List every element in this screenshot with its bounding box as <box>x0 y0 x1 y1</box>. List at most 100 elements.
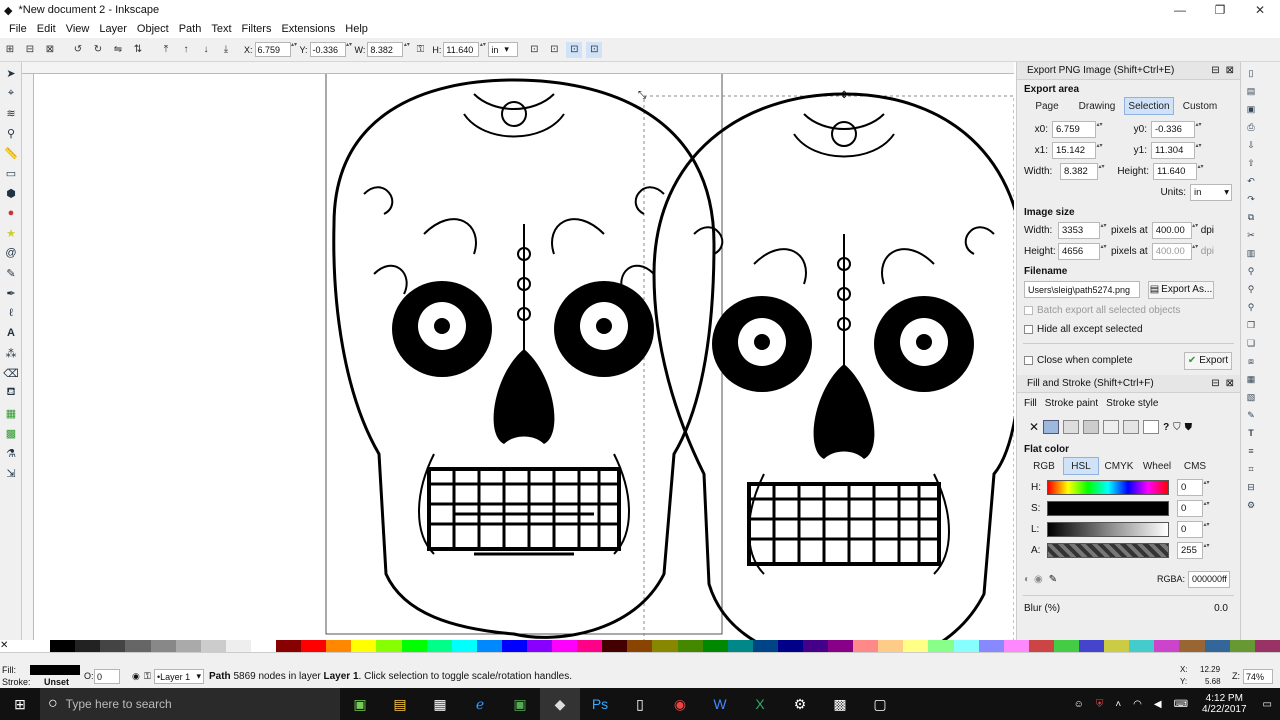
scale-stroke-icon[interactable]: ⊡ <box>526 42 542 58</box>
fill-stroke-icon[interactable]: ✎ <box>1244 408 1258 422</box>
horizontal-ruler[interactable] <box>22 62 1014 74</box>
inkscape-icon[interactable]: ◆ <box>540 688 580 720</box>
unset-paint-icon[interactable]: ? <box>1163 422 1169 433</box>
rgba-input[interactable]: 000000ff <box>1188 570 1230 588</box>
star-tool-icon[interactable]: ★ <box>2 224 20 242</box>
units-select[interactable]: in ▾ <box>1190 184 1232 201</box>
export-icon[interactable]: ⇧ <box>1244 156 1258 170</box>
text-font-icon[interactable]: T <box>1244 426 1258 440</box>
h-spinner[interactable]: ▴▾ <box>1203 479 1210 496</box>
flip-vertical-icon[interactable]: ⇅ <box>130 42 146 58</box>
gradient-tool-icon[interactable]: ▦ <box>2 404 20 422</box>
swatch[interactable] <box>75 640 101 652</box>
dialog-close-icon[interactable]: ⊠ <box>1226 65 1234 76</box>
swatch[interactable] <box>1254 640 1280 652</box>
spiral-tool-icon[interactable]: @ <box>2 244 20 262</box>
tab-cms[interactable]: CMS <box>1177 457 1213 475</box>
swatch[interactable] <box>401 640 427 652</box>
menu-layer[interactable]: Layer <box>99 23 127 35</box>
visibility-icon[interactable]: ◉ <box>132 671 140 682</box>
swatch[interactable] <box>1028 640 1054 652</box>
y0-spinner[interactable]: ▴▾ <box>1195 121 1202 138</box>
img-height-input[interactable]: 4656 <box>1058 243 1100 260</box>
tab-drawing[interactable]: Drawing <box>1072 97 1122 115</box>
swatch[interactable] <box>1079 640 1105 652</box>
select-all-layers-icon[interactable]: ⊟ <box>22 42 38 58</box>
menu-filters[interactable]: Filters <box>242 23 272 35</box>
x-spinner[interactable]: ▴▾ <box>291 41 298 58</box>
chrome-icon[interactable]: ◉ <box>660 688 700 720</box>
open-icon[interactable]: ▤ <box>1244 84 1258 98</box>
rectangle-tool-icon[interactable]: ▭ <box>2 164 20 182</box>
tab-wheel[interactable]: Wheel <box>1139 457 1175 475</box>
dialog-menu-icon[interactable]: ⊟ <box>1211 65 1219 76</box>
swatch[interactable] <box>351 640 377 652</box>
rotate-ccw-icon[interactable]: ↺ <box>70 42 86 58</box>
scale-handle-icon[interactable]: ⤡ <box>638 90 646 101</box>
swatch[interactable] <box>1229 640 1255 652</box>
swatch[interactable] <box>150 640 176 652</box>
swatch[interactable] <box>777 640 804 652</box>
lightness-slider[interactable] <box>1047 522 1169 537</box>
new-document-icon[interactable]: ▯ <box>1244 66 1258 80</box>
swatch[interactable] <box>301 640 327 652</box>
pattern-icon[interactable] <box>1123 420 1140 434</box>
menu-view[interactable]: View <box>66 23 90 35</box>
swatch[interactable] <box>727 640 753 652</box>
undo-icon[interactable]: ↶ <box>1244 174 1258 188</box>
mesh-gradient-icon[interactable] <box>1103 420 1120 434</box>
lower-to-bottom-icon[interactable]: ⤓ <box>218 42 234 58</box>
x0-spinner[interactable]: ▴▾ <box>1096 121 1103 138</box>
swatch-icon[interactable] <box>1143 420 1160 434</box>
alpha-slider[interactable] <box>1047 543 1169 558</box>
canvas[interactable]: ⤡ ⇕ ⊕ <box>34 74 1014 640</box>
app-green-icon[interactable]: ▣ <box>500 688 540 720</box>
menu-extensions[interactable]: Extensions <box>281 23 335 35</box>
tweak-tool-icon[interactable]: ≋ <box>2 104 20 122</box>
windows-start-icon[interactable]: ⊞ <box>0 688 40 720</box>
document-icon[interactable]: ▯ <box>620 688 660 720</box>
zoom-drawing-icon[interactable]: ⚲ <box>1244 282 1258 296</box>
pen-tool-icon[interactable]: ✒ <box>2 284 20 302</box>
fill-indicator[interactable] <box>30 665 80 675</box>
app-1-icon[interactable]: ▣ <box>340 688 380 720</box>
swatch[interactable] <box>476 640 502 652</box>
swatch[interactable] <box>1104 640 1130 652</box>
spray-tool-icon[interactable]: ⁂ <box>2 344 20 362</box>
s-spinner[interactable]: ▴▾ <box>1203 500 1210 517</box>
img-height-spinner[interactable]: ▴▾ <box>1100 243 1107 260</box>
saturation-slider[interactable] <box>1047 501 1169 516</box>
height-input-export[interactable]: 11.640 <box>1153 163 1197 180</box>
swatch[interactable] <box>978 640 1004 652</box>
color-palette[interactable]: ✕ <box>0 640 1280 652</box>
swatch[interactable] <box>803 640 829 652</box>
menu-object[interactable]: Object <box>137 23 169 35</box>
deselect-icon[interactable]: ⊠ <box>42 42 58 58</box>
hide-all-checkbox[interactable] <box>1024 324 1033 334</box>
tab-stroke-style[interactable]: Stroke style <box>1106 398 1158 409</box>
swatch[interactable] <box>501 640 527 652</box>
unlink-clone-icon[interactable]: ⧈ <box>1244 354 1258 368</box>
batch-checkbox[interactable] <box>1024 306 1033 315</box>
x1-spinner[interactable]: ▴▾ <box>1096 142 1103 159</box>
width-input[interactable]: 8.382 <box>367 42 404 57</box>
save-icon[interactable]: ▣ <box>1244 102 1258 116</box>
swatch[interactable] <box>100 640 126 652</box>
radial-gradient-icon[interactable] <box>1083 420 1100 434</box>
export-button[interactable]: ✔ Export <box>1184 351 1232 370</box>
keyboard-icon[interactable]: ⌨ <box>1174 699 1188 710</box>
a-spinner[interactable]: ▴▾ <box>1203 542 1210 559</box>
swatch[interactable] <box>627 640 653 652</box>
duplicate-icon[interactable]: ❐ <box>1244 318 1258 332</box>
preferences-icon[interactable]: ⚙ <box>1244 498 1258 512</box>
pencil-tool-icon[interactable]: ✎ <box>2 264 20 282</box>
dropper-tool-icon[interactable]: ⚗ <box>2 444 20 462</box>
excel-icon[interactable]: X <box>740 688 780 720</box>
tab-hsl[interactable]: HSL <box>1063 457 1099 475</box>
move-gradients-icon[interactable]: ⊡ <box>566 41 583 58</box>
swatch[interactable] <box>200 640 226 652</box>
swatch[interactable] <box>376 640 402 652</box>
flat-color-icon[interactable] <box>1043 420 1060 434</box>
swatch[interactable] <box>526 640 553 652</box>
raise-to-top-icon[interactable]: ⤒ <box>158 42 174 58</box>
